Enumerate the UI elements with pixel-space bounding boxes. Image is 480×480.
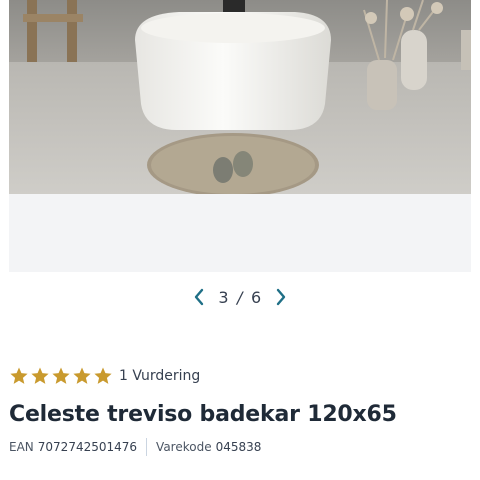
- product-title: Celeste treviso badekar 120x65: [9, 402, 397, 427]
- gallery-current-page: 3: [218, 287, 230, 307]
- chevron-left-icon[interactable]: [190, 286, 208, 308]
- ean-value: 7072742501476: [37, 440, 138, 454]
- product-rating: 1 Vurdering: [9, 365, 200, 387]
- rating-stars: [9, 366, 113, 386]
- gallery-total-pages: 6: [250, 287, 262, 307]
- bathroom-photo-illustration: [9, 0, 471, 194]
- star-icon: [73, 367, 91, 384]
- star-icon: [31, 367, 49, 384]
- chevron-right-icon[interactable]: [272, 286, 290, 308]
- product-image-gallery[interactable]: [9, 0, 471, 272]
- ean-label: EAN: [9, 440, 34, 454]
- sku-label: Varekode: [156, 440, 212, 454]
- gallery-pager: 3 / 6: [0, 286, 480, 308]
- product-identifiers: EAN 7072742501476 Varekode 045838: [9, 437, 261, 457]
- sku-value: 045838: [215, 440, 262, 454]
- star-icon: [94, 367, 112, 384]
- star-icon: [10, 367, 28, 384]
- product-photo[interactable]: [9, 0, 471, 194]
- gallery-page-separator: /: [237, 287, 243, 307]
- rating-count-link[interactable]: 1 Vurdering: [119, 368, 200, 384]
- gallery-page-indicator: 3 / 6: [218, 288, 261, 307]
- meta-divider: [146, 438, 148, 456]
- star-icon: [52, 367, 70, 384]
